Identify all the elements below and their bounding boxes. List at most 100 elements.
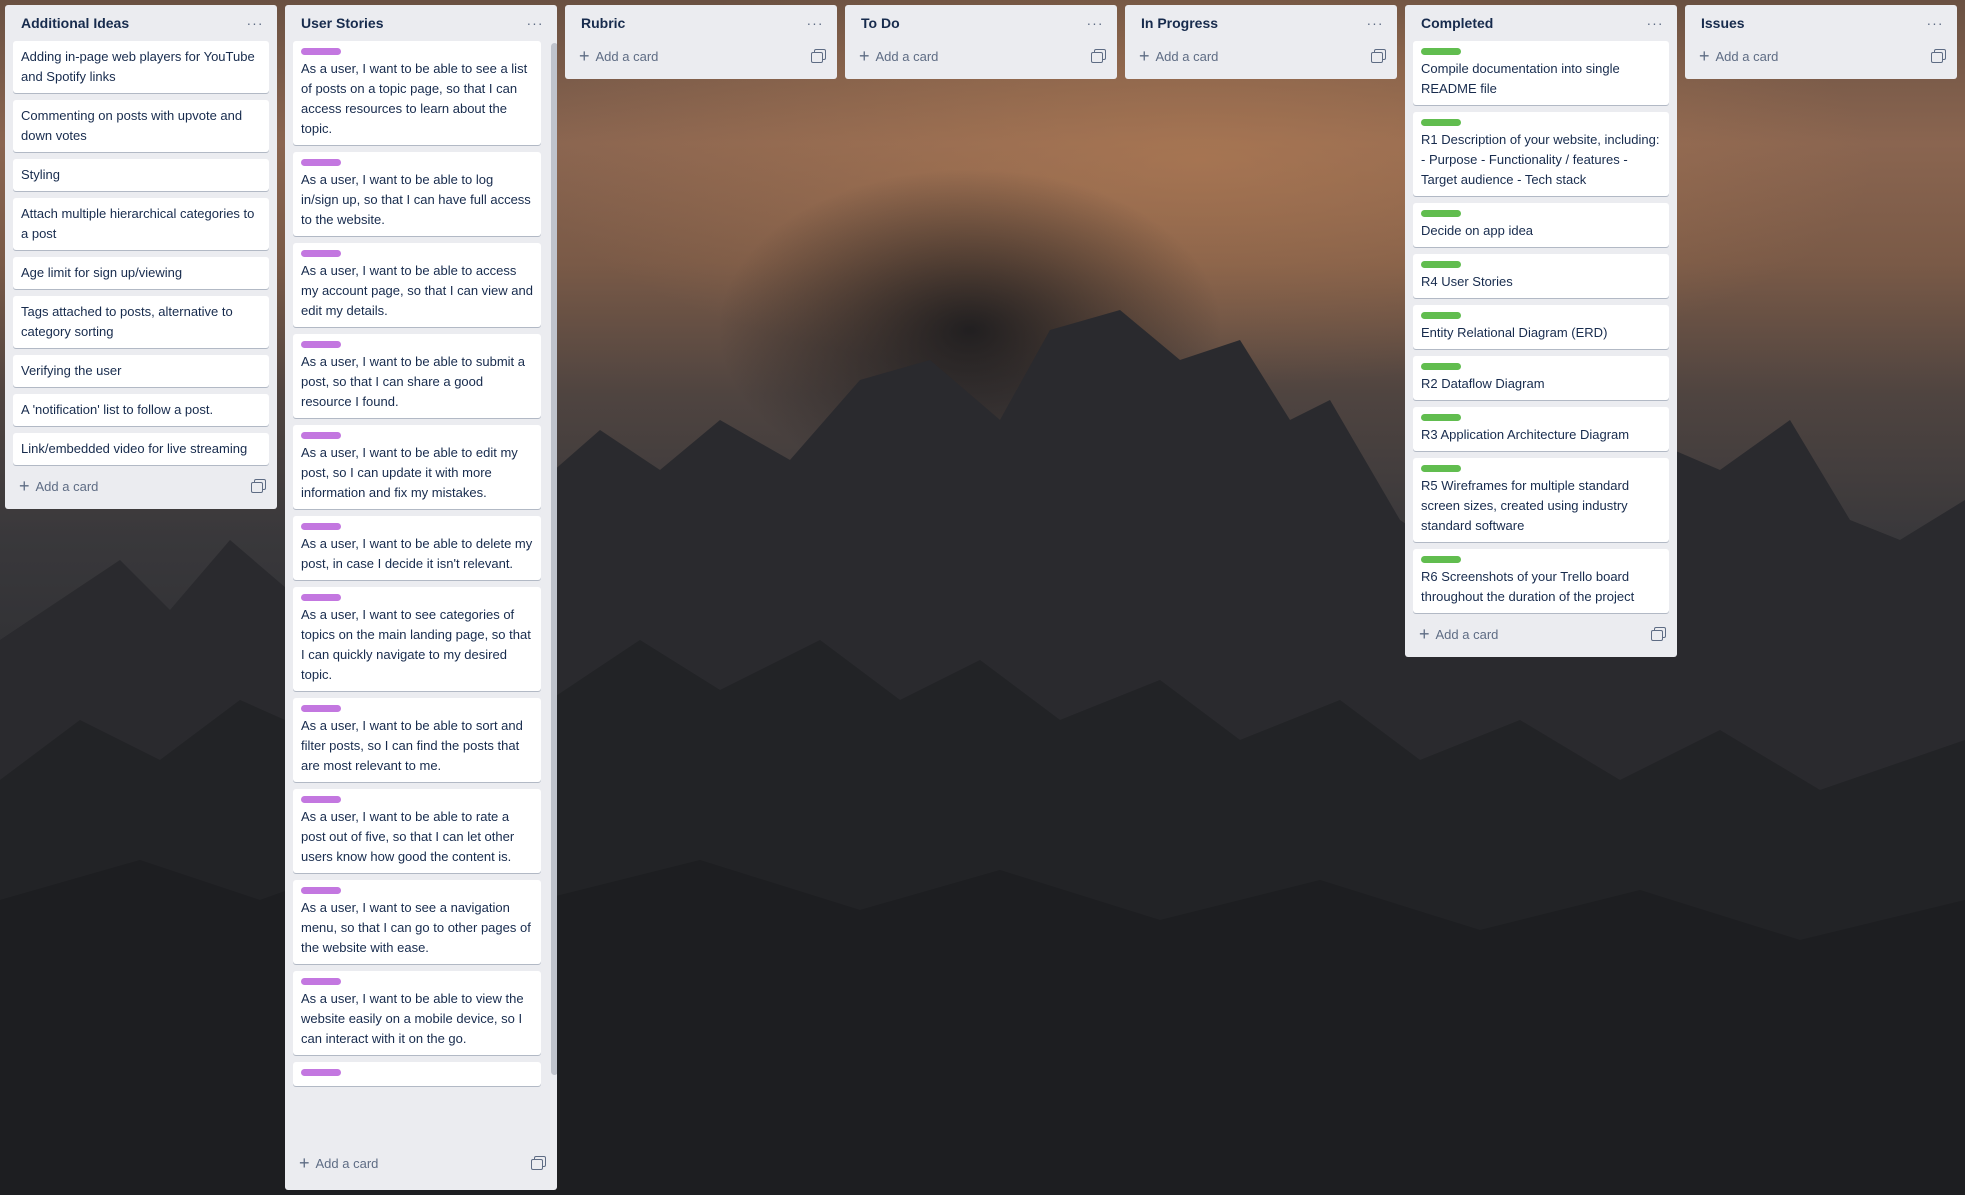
add-card-row: + Add a card [1413,619,1669,649]
card-template-icon[interactable] [811,49,826,63]
card-title: As a user, I want to be able to edit my … [301,445,518,500]
card[interactable]: R5 Wireframes for multiple standard scre… [1413,458,1669,542]
card-label-purple[interactable] [301,1069,341,1076]
card[interactable]: A 'notification' list to follow a post. [13,394,269,426]
card[interactable]: Tags attached to posts, alternative to c… [13,296,269,348]
card-title: As a user, I want to be able to submit a… [301,354,526,409]
card-title: As a user, I want to see categories of t… [301,607,531,682]
card[interactable]: Entity Relational Diagram (ERD) [1413,305,1669,349]
add-card-button[interactable]: + Add a card [1419,625,1498,643]
card-label-green[interactable] [1421,261,1461,268]
card[interactable]: R2 Dataflow Diagram [1413,356,1669,400]
card[interactable]: R6 Screenshots of your Trello board thro… [1413,549,1669,613]
card-title: R4 User Stories [1421,274,1513,289]
card-label-purple[interactable] [301,432,341,439]
card[interactable]: As a user, I want to be able to submit a… [293,334,541,418]
card-label-green[interactable] [1421,210,1461,217]
add-card-label: Add a card [875,48,939,64]
list-menu-icon[interactable]: ··· [243,13,267,33]
card-title: As a user, I want to be able to rate a p… [301,809,515,864]
card[interactable]: Attach multiple hierarchical categories … [13,198,269,250]
plus-icon: + [1699,46,1710,66]
list-header: Rubric ··· [573,5,829,41]
list-title[interactable]: Rubric [581,15,625,31]
card-list: As a user, I want to be able to see a li… [293,41,541,1086]
card[interactable]: As a user, I want to be able to edit my … [293,425,541,509]
card-label-green[interactable] [1421,48,1461,55]
list-menu-icon[interactable]: ··· [1923,13,1947,33]
card-label-purple[interactable] [301,887,341,894]
add-card-button[interactable]: + Add a card [1139,47,1218,65]
card-label-green[interactable] [1421,465,1461,472]
card[interactable]: As a user, I want to be able to view the… [293,971,541,1055]
add-card-button[interactable]: + Add a card [19,477,98,495]
card-label-purple[interactable] [301,48,341,55]
card-label-purple[interactable] [301,250,341,257]
card-label-green[interactable] [1421,414,1461,421]
list-title[interactable]: User Stories [301,15,383,31]
card-title: As a user, I want to be able to sort and… [301,718,523,773]
card-title: As a user, I want to be able to see a li… [301,61,528,136]
card[interactable]: As a user, I want to be able to see a li… [293,41,541,145]
card-template-icon[interactable] [1371,49,1386,63]
add-card-button[interactable]: + Add a card [579,47,658,65]
list-menu-icon[interactable]: ··· [1083,13,1107,33]
card[interactable]: As a user, I want to be able to delete m… [293,516,541,580]
card-label-purple[interactable] [301,159,341,166]
card[interactable]: Commenting on posts with upvote and down… [13,100,269,152]
card-label-purple[interactable] [301,523,341,530]
list-scrollbar[interactable] [551,43,557,1075]
card-label-purple[interactable] [301,594,341,601]
card-label-green[interactable] [1421,312,1461,319]
card[interactable]: R3 Application Architecture Diagram [1413,407,1669,451]
card-template-icon[interactable] [531,1156,546,1170]
card-template-icon[interactable] [1091,49,1106,63]
card[interactable]: Compile documentation into single README… [1413,41,1669,105]
card-title: Adding in-page web players for YouTube a… [21,49,255,84]
card-label-purple[interactable] [301,796,341,803]
list-menu-icon[interactable]: ··· [1643,13,1667,33]
card-title: Verifying the user [21,363,122,378]
card[interactable]: Adding in-page web players for YouTube a… [13,41,269,93]
card[interactable]: Verifying the user [13,355,269,387]
card[interactable]: R1 Description of your website, includin… [1413,112,1669,196]
list-title[interactable]: Additional Ideas [21,15,129,31]
card-label-green[interactable] [1421,363,1461,370]
card[interactable]: Age limit for sign up/viewing [13,257,269,289]
card-label-green[interactable] [1421,119,1461,126]
list-menu-icon[interactable]: ··· [1363,13,1387,33]
card[interactable]: As a user, I want to see a navigation me… [293,880,541,964]
list-to-do: To Do ··· + Add a card [845,5,1117,79]
list-title[interactable]: Completed [1421,15,1493,31]
list-completed: Completed ··· Compile documentation into… [1405,5,1677,657]
card[interactable]: As a user, I want to be able to rate a p… [293,789,541,873]
card[interactable]: R4 User Stories [1413,254,1669,298]
card[interactable]: As a user, I want to be able to access m… [293,243,541,327]
card[interactable]: As a user, I want to be able to sort and… [293,698,541,782]
add-card-label: Add a card [595,48,659,64]
card-template-icon[interactable] [1651,627,1666,641]
card[interactable]: Link/embedded video for live streaming [13,433,269,465]
add-card-button[interactable]: + Add a card [1699,47,1778,65]
list-menu-icon[interactable]: ··· [803,13,827,33]
card-label-purple[interactable] [301,705,341,712]
card[interactable] [293,1062,541,1086]
list-title[interactable]: In Progress [1141,15,1218,31]
card-template-icon[interactable] [1931,49,1946,63]
card[interactable]: As a user, I want to be able to log in/s… [293,152,541,236]
add-card-button[interactable]: + Add a card [299,1154,378,1172]
card[interactable]: Styling [13,159,269,191]
card[interactable]: As a user, I want to see categories of t… [293,587,541,691]
list-title[interactable]: Issues [1701,15,1745,31]
add-card-button[interactable]: + Add a card [859,47,938,65]
card-label-purple[interactable] [301,978,341,985]
card-title: As a user, I want to be able to log in/s… [301,172,531,227]
card-template-icon[interactable] [251,479,266,493]
add-card-label: Add a card [1715,48,1779,64]
card[interactable]: Decide on app idea [1413,203,1669,247]
card-label-green[interactable] [1421,556,1461,563]
card-title: R5 Wireframes for multiple standard scre… [1421,478,1630,533]
card-label-purple[interactable] [301,341,341,348]
list-title[interactable]: To Do [861,15,900,31]
list-menu-icon[interactable]: ··· [523,13,547,33]
